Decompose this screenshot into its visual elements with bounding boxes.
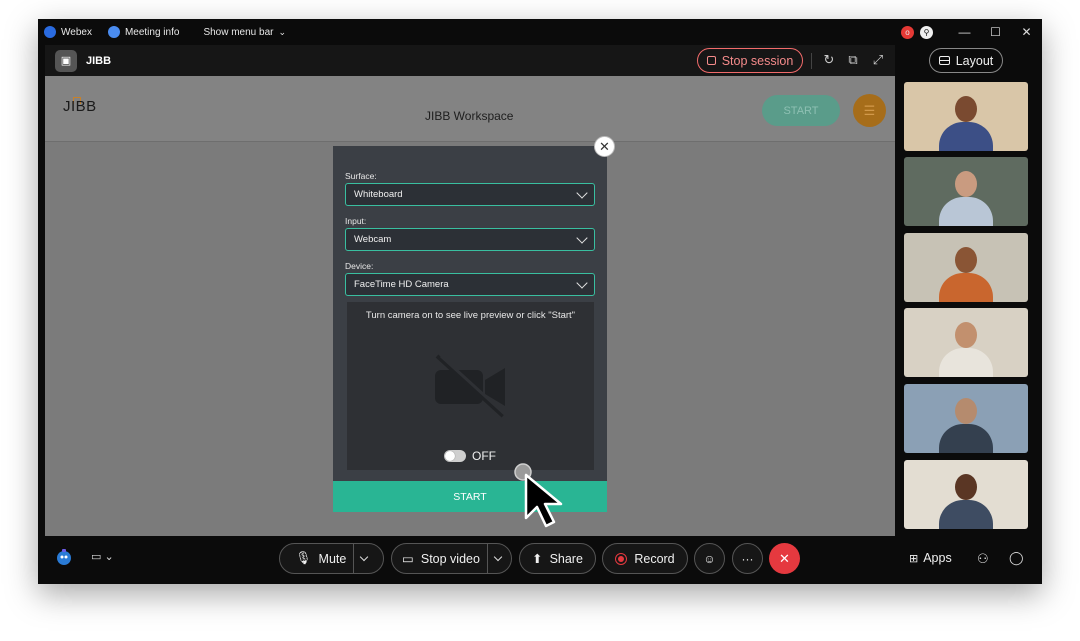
chevron-down-icon — [576, 187, 588, 199]
participants-icon[interactable]: ⚇ — [977, 551, 989, 567]
participant-head — [955, 96, 977, 122]
pop-out-icon[interactable]: ⧉ — [844, 51, 862, 69]
workspace-title: JIBB Workspace — [425, 109, 514, 123]
shared-content: JIBB JIBB Workspace START ☰ ✕ Surface: W… — [45, 76, 895, 536]
participant-video-tile[interactable] — [904, 82, 1028, 151]
cube-icon: ▣ — [55, 49, 77, 72]
workspace-header: JIBB JIBB Workspace START ☰ — [45, 76, 895, 142]
webex-window: Webex Meeting info Show menu bar ⌄ o ⚲ —… — [38, 19, 1042, 584]
close-icon[interactable]: ✕ — [594, 136, 615, 157]
maximize-button[interactable]: ☐ — [980, 19, 1011, 45]
layout-label: Layout — [955, 53, 994, 68]
input-select[interactable]: Webcam — [345, 228, 595, 251]
stop-video-button[interactable]: ▭ Stop video — [391, 543, 512, 574]
chevron-down-icon[interactable] — [493, 552, 503, 562]
surface-label: Surface: — [345, 171, 377, 181]
device-label: Device: — [345, 261, 374, 271]
webex-label: Webex — [61, 26, 92, 38]
participant-head — [955, 247, 977, 273]
video-camera-icon: ▭ — [402, 552, 414, 566]
apps-button[interactable]: ⊞ Apps — [909, 551, 952, 565]
participant-video-tile[interactable] — [904, 384, 1028, 453]
meeting-info-label: Meeting info — [124, 26, 180, 38]
chevron-down-icon — [576, 277, 588, 289]
chat-icon[interactable]: ◯ — [1009, 550, 1024, 566]
webex-menu[interactable]: Webex — [38, 19, 100, 45]
participant-head — [955, 171, 977, 197]
participant-video-tile[interactable] — [904, 460, 1028, 529]
divider — [353, 543, 355, 574]
smiley-icon: ☺ — [703, 551, 716, 566]
chevron-down-icon — [576, 232, 588, 244]
end-meeting-button[interactable]: ✕ — [769, 543, 800, 574]
participant-head — [955, 322, 977, 348]
participant-head — [955, 474, 977, 500]
title-bar: Webex Meeting info Show menu bar ⌄ o ⚲ —… — [38, 19, 1042, 45]
layout-grid-icon — [938, 56, 950, 65]
lock-icon[interactable]: ⚲ — [920, 25, 933, 39]
surface-value: Whiteboard — [354, 189, 403, 200]
toggle-switch[interactable] — [444, 450, 466, 462]
device-select[interactable]: FaceTime HD Camera — [345, 273, 595, 296]
assistant-icon[interactable] — [55, 548, 73, 569]
assistant-logo-icon — [57, 549, 71, 565]
apps-label: Apps — [923, 551, 952, 565]
layout-button[interactable]: Layout — [929, 48, 1003, 73]
participant-head — [955, 398, 977, 424]
stop-session-button[interactable]: Stop session — [697, 48, 803, 73]
meeting-info-button[interactable]: Meeting info — [100, 19, 187, 45]
expand-icon[interactable]: ⤢ — [869, 51, 887, 69]
participant-video-tile[interactable] — [904, 233, 1028, 302]
jibb-logo: JIBB — [63, 98, 97, 115]
chevron-down-icon[interactable] — [360, 552, 369, 562]
camera-toggle[interactable]: OFF — [444, 449, 496, 463]
microphone-icon: 🎙︎ — [295, 551, 312, 565]
divider — [486, 543, 488, 574]
close-window-button[interactable]: ✕ — [1011, 19, 1042, 45]
share-button[interactable]: ⬆ Share — [519, 543, 596, 574]
recording-indicator-icon[interactable]: o — [901, 25, 914, 39]
show-menu-bar-button[interactable]: Show menu bar ⌄ — [195, 19, 294, 45]
toggle-label: OFF — [472, 449, 496, 463]
divider — [811, 53, 812, 69]
input-label: Input: — [345, 216, 367, 226]
record-button[interactable]: Record — [602, 543, 688, 574]
device-value: FaceTime HD Camera — [354, 279, 449, 290]
refresh-icon[interactable]: ↻ — [820, 51, 838, 69]
share-screen-icon: ⬆ — [532, 552, 543, 566]
surface-select[interactable]: Whiteboard — [345, 183, 595, 206]
input-value: Webcam — [354, 234, 392, 245]
camera-off-icon — [435, 354, 509, 418]
participant-video-tile[interactable] — [904, 308, 1028, 377]
captions-button[interactable]: ▭ ⌄ — [91, 550, 114, 563]
stop-session-label: Stop session — [721, 53, 794, 68]
settings-sliders-icon[interactable]: ☰ — [853, 94, 886, 127]
mute-button[interactable]: 🎙︎ Mute — [279, 543, 384, 574]
reactions-button[interactable]: ☺ — [694, 543, 725, 574]
record-icon — [615, 552, 628, 565]
mouse-cursor-icon — [514, 463, 563, 528]
show-menu-bar-label: Show menu bar — [203, 26, 274, 38]
chevron-down-icon: ⌄ — [278, 26, 287, 37]
participant-video-tile[interactable] — [904, 157, 1028, 226]
shared-app-name: JIBB — [86, 54, 112, 67]
close-icon: ✕ — [779, 550, 790, 566]
share-header: ▣ JIBB Stop session ↻ ⧉ ⤢ — [45, 45, 895, 76]
meeting-info-icon — [107, 26, 120, 38]
stop-video-label: Stop video — [420, 551, 480, 566]
record-label: Record — [634, 551, 675, 566]
webex-logo-icon — [44, 26, 56, 38]
mute-label: Mute — [318, 551, 347, 566]
preview-hint: Turn camera on to see live preview or cl… — [365, 310, 576, 321]
more-options-button[interactable]: ··· — [732, 543, 763, 574]
minimize-button[interactable]: — — [949, 19, 980, 45]
workspace-start-button[interactable]: START — [762, 95, 840, 126]
apps-grid-icon: ⊞ — [909, 552, 919, 565]
start-session-dialog: ✕ Surface: Whiteboard Input: Webcam Devi… — [333, 136, 615, 512]
share-label: Share — [549, 551, 583, 566]
camera-preview: Turn camera on to see live preview or cl… — [347, 302, 594, 470]
stop-square-icon — [706, 56, 716, 65]
